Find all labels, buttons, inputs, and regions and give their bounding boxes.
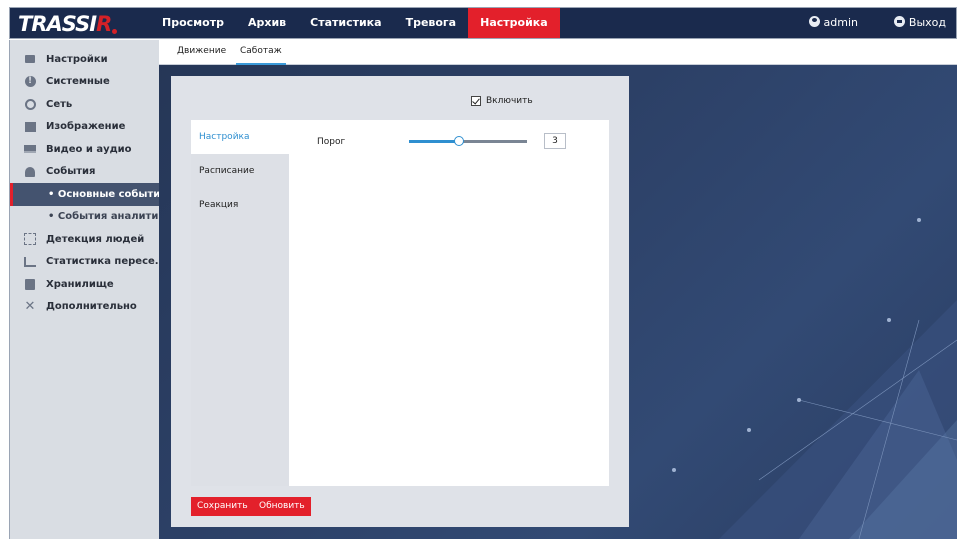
- person-detect-icon: [24, 233, 36, 246]
- logout-button[interactable]: Выход: [893, 8, 946, 38]
- username: admin: [823, 16, 858, 29]
- tools-icon: ✕: [24, 299, 36, 315]
- enable-checkbox[interactable]: Включить: [471, 96, 533, 106]
- sidebar: Настройки ! Системные Сеть Изображение Ви…: [9, 40, 159, 539]
- sidebar-item-system[interactable]: ! Системные: [10, 71, 159, 94]
- nav-statistics[interactable]: Статистика: [298, 8, 393, 38]
- sidebar-item-settings[interactable]: Настройки: [10, 48, 159, 71]
- nav-archive[interactable]: Архив: [236, 8, 298, 38]
- trassir-logo[interactable]: TRASSIR: [18, 11, 118, 37]
- nav-alarm[interactable]: Тревога: [394, 8, 469, 38]
- chart-icon: [24, 256, 36, 268]
- logout-icon: [893, 16, 905, 27]
- sidebar-item-basic-events[interactable]: • Основные события: [10, 183, 159, 206]
- refresh-button[interactable]: Обновить: [253, 497, 311, 516]
- threshold-slider[interactable]: [409, 136, 527, 146]
- sidebar-item-crossing-stats[interactable]: Статистика пересе...: [10, 251, 159, 274]
- settings-icon: [24, 53, 36, 65]
- user-icon: [808, 16, 820, 27]
- vtab-settings[interactable]: Настройка: [191, 120, 289, 154]
- settings-panel: Включить Настройка Расписание Реакция По…: [171, 76, 629, 527]
- user-menu[interactable]: admin: [808, 8, 858, 38]
- content-area: Движение Саботаж Включить Настройка Расп…: [159, 40, 957, 539]
- threshold-value-input[interactable]: 3: [544, 133, 566, 149]
- top-bar: TRASSIR Просмотр Архив Статистика Тревог…: [9, 7, 957, 39]
- threshold-slider-thumb[interactable]: [453, 136, 464, 146]
- sidebar-item-storage[interactable]: Хранилище: [10, 273, 159, 296]
- sidebar-item-video-audio[interactable]: Видео и аудио: [10, 138, 159, 161]
- sidebar-item-events[interactable]: События: [10, 161, 159, 184]
- nav-settings[interactable]: Настройка: [468, 8, 560, 38]
- sidebar-item-advanced[interactable]: ✕ Дополнительно: [10, 296, 159, 319]
- tab-sabotage[interactable]: Саботаж: [236, 40, 286, 65]
- enable-label: Включить: [486, 96, 533, 106]
- sidebar-item-network[interactable]: Сеть: [10, 93, 159, 116]
- info-icon: !: [24, 76, 36, 88]
- save-button[interactable]: Сохранить: [191, 497, 254, 516]
- sidebar-item-people-detection[interactable]: Детекция людей: [10, 228, 159, 251]
- sidebar-item-image[interactable]: Изображение: [10, 116, 159, 139]
- disk-icon: [24, 278, 36, 290]
- globe-icon: [24, 98, 36, 110]
- monitor-icon: [24, 143, 36, 155]
- logout-label: Выход: [908, 16, 946, 29]
- checkbox-checked-icon: [471, 96, 481, 106]
- panel-inner: Настройка Расписание Реакция Порог 3: [191, 120, 609, 486]
- threshold-slider-fill: [409, 140, 459, 143]
- threshold-label: Порог: [317, 137, 346, 147]
- vtab-schedule[interactable]: Расписание: [191, 154, 289, 188]
- main-nav: Просмотр Архив Статистика Тревога Настро…: [150, 8, 560, 38]
- nav-view[interactable]: Просмотр: [150, 8, 236, 38]
- image-icon: [24, 121, 36, 133]
- vtab-reaction[interactable]: Реакция: [191, 188, 289, 222]
- tab-motion[interactable]: Движение: [177, 40, 226, 65]
- sidebar-item-analytics-events[interactable]: • События аналитики: [10, 206, 159, 229]
- bell-icon: [24, 166, 36, 178]
- vertical-tabs: Настройка Расписание Реакция: [191, 120, 289, 486]
- subtab-bar: Движение Саботаж: [159, 40, 957, 65]
